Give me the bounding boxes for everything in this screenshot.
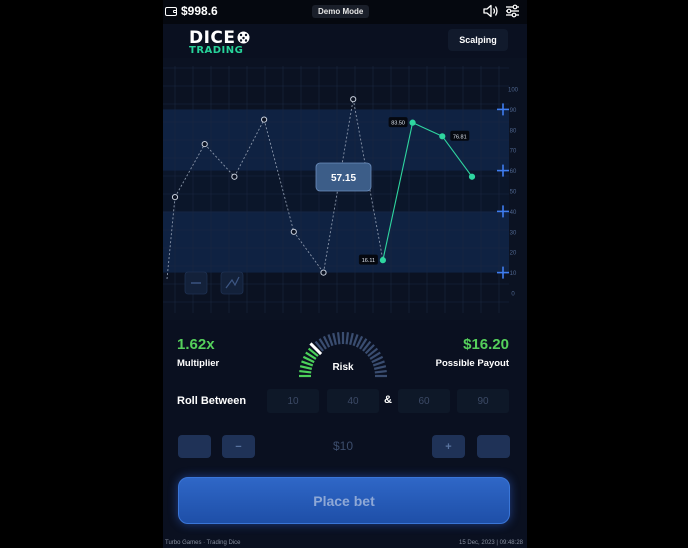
footer-timestamp: 15 Dec, 2023 | 09:48:28 <box>459 540 523 546</box>
payout-label: Possible Payout <box>435 358 509 369</box>
data-point <box>171 194 179 201</box>
data-point <box>201 140 208 148</box>
top-bar: $998.6 Demo Mode <box>163 0 527 24</box>
stake-decrease-button[interactable]: − <box>222 435 255 458</box>
stake-amount[interactable]: $10 <box>323 439 363 453</box>
data-point <box>320 269 327 276</box>
data-point <box>350 96 357 103</box>
stake-max-button[interactable] <box>477 435 510 458</box>
y-tick-label: 80 <box>510 128 517 134</box>
y-tick-label: 20 <box>510 251 517 257</box>
stake-increase-button[interactable]: + <box>432 435 465 458</box>
payout-value: $16.20 <box>463 336 509 353</box>
gauge-tick <box>352 334 359 347</box>
y-tick-label: 30 <box>510 230 517 236</box>
settings-icon[interactable] <box>505 4 520 18</box>
gauge-tick <box>345 332 350 345</box>
y-tick-label: 50 <box>510 190 517 196</box>
app-window: $998.6 Demo Mode DICE TRADING Scalping 1… <box>163 0 527 548</box>
y-tick-label: 60 <box>510 169 517 175</box>
multiplier-label: Multiplier <box>177 358 220 369</box>
point-label: 16.11 <box>362 258 375 264</box>
wallet: $998.6 <box>165 4 218 18</box>
gauge-tick <box>327 334 334 347</box>
point-label: 76.81 <box>453 134 467 140</box>
data-point <box>261 116 268 123</box>
gauge-tick <box>332 332 337 346</box>
data-point <box>439 133 446 140</box>
gauge-tick <box>349 332 354 346</box>
chart-fit-button <box>220 271 244 295</box>
data-point <box>409 119 416 126</box>
balance: $998.6 <box>181 4 218 18</box>
y-tick-label: 90 <box>510 108 517 114</box>
current-roll-value: 57.15 <box>331 173 356 184</box>
dice-trading-logo: DICE TRADING <box>189 30 250 56</box>
roll-field-3[interactable]: 60 <box>398 389 450 413</box>
gauge-tick <box>301 360 314 367</box>
scalping-mode-button[interactable]: Scalping <box>448 29 508 51</box>
dice-chart: 100908070605040302010016.1183.5076.8157.… <box>163 58 527 320</box>
sound-icon[interactable] <box>483 4 499 18</box>
gauge-tick <box>299 369 312 374</box>
multiplier-value: 1.62x <box>177 336 215 353</box>
risk-label: Risk <box>332 362 354 373</box>
data-point <box>468 173 476 180</box>
stake-min-button[interactable] <box>178 435 211 458</box>
data-point <box>379 257 386 264</box>
roll-field-1[interactable]: 10 <box>267 389 319 413</box>
data-point <box>231 173 238 180</box>
gauge-tick <box>374 369 387 374</box>
dice-ball-icon <box>237 31 250 44</box>
gauge-tick <box>336 332 341 345</box>
y-tick-label: 100 <box>508 88 519 94</box>
y-tick-label: 70 <box>510 149 517 155</box>
y-tick-label: 40 <box>510 210 517 216</box>
wallet-icon <box>165 6 177 16</box>
gauge-tick <box>372 360 385 367</box>
footer-provider: Turbo Games · Trading Dice <box>165 540 241 546</box>
data-point <box>290 228 297 235</box>
roll-field-4[interactable]: 90 <box>457 389 509 413</box>
demo-mode-badge[interactable]: Demo Mode <box>312 5 370 18</box>
gauge-tick <box>299 365 313 370</box>
place-bet-button[interactable]: Place bet <box>178 477 510 524</box>
gauge-tick <box>373 365 387 370</box>
roll-joiner: & <box>384 394 392 406</box>
point-label: 83.50 <box>391 121 405 127</box>
y-tick-label: 10 <box>510 271 517 277</box>
roll-between-label: Roll Between <box>177 395 247 407</box>
roll-field-2[interactable]: 40 <box>327 389 379 413</box>
